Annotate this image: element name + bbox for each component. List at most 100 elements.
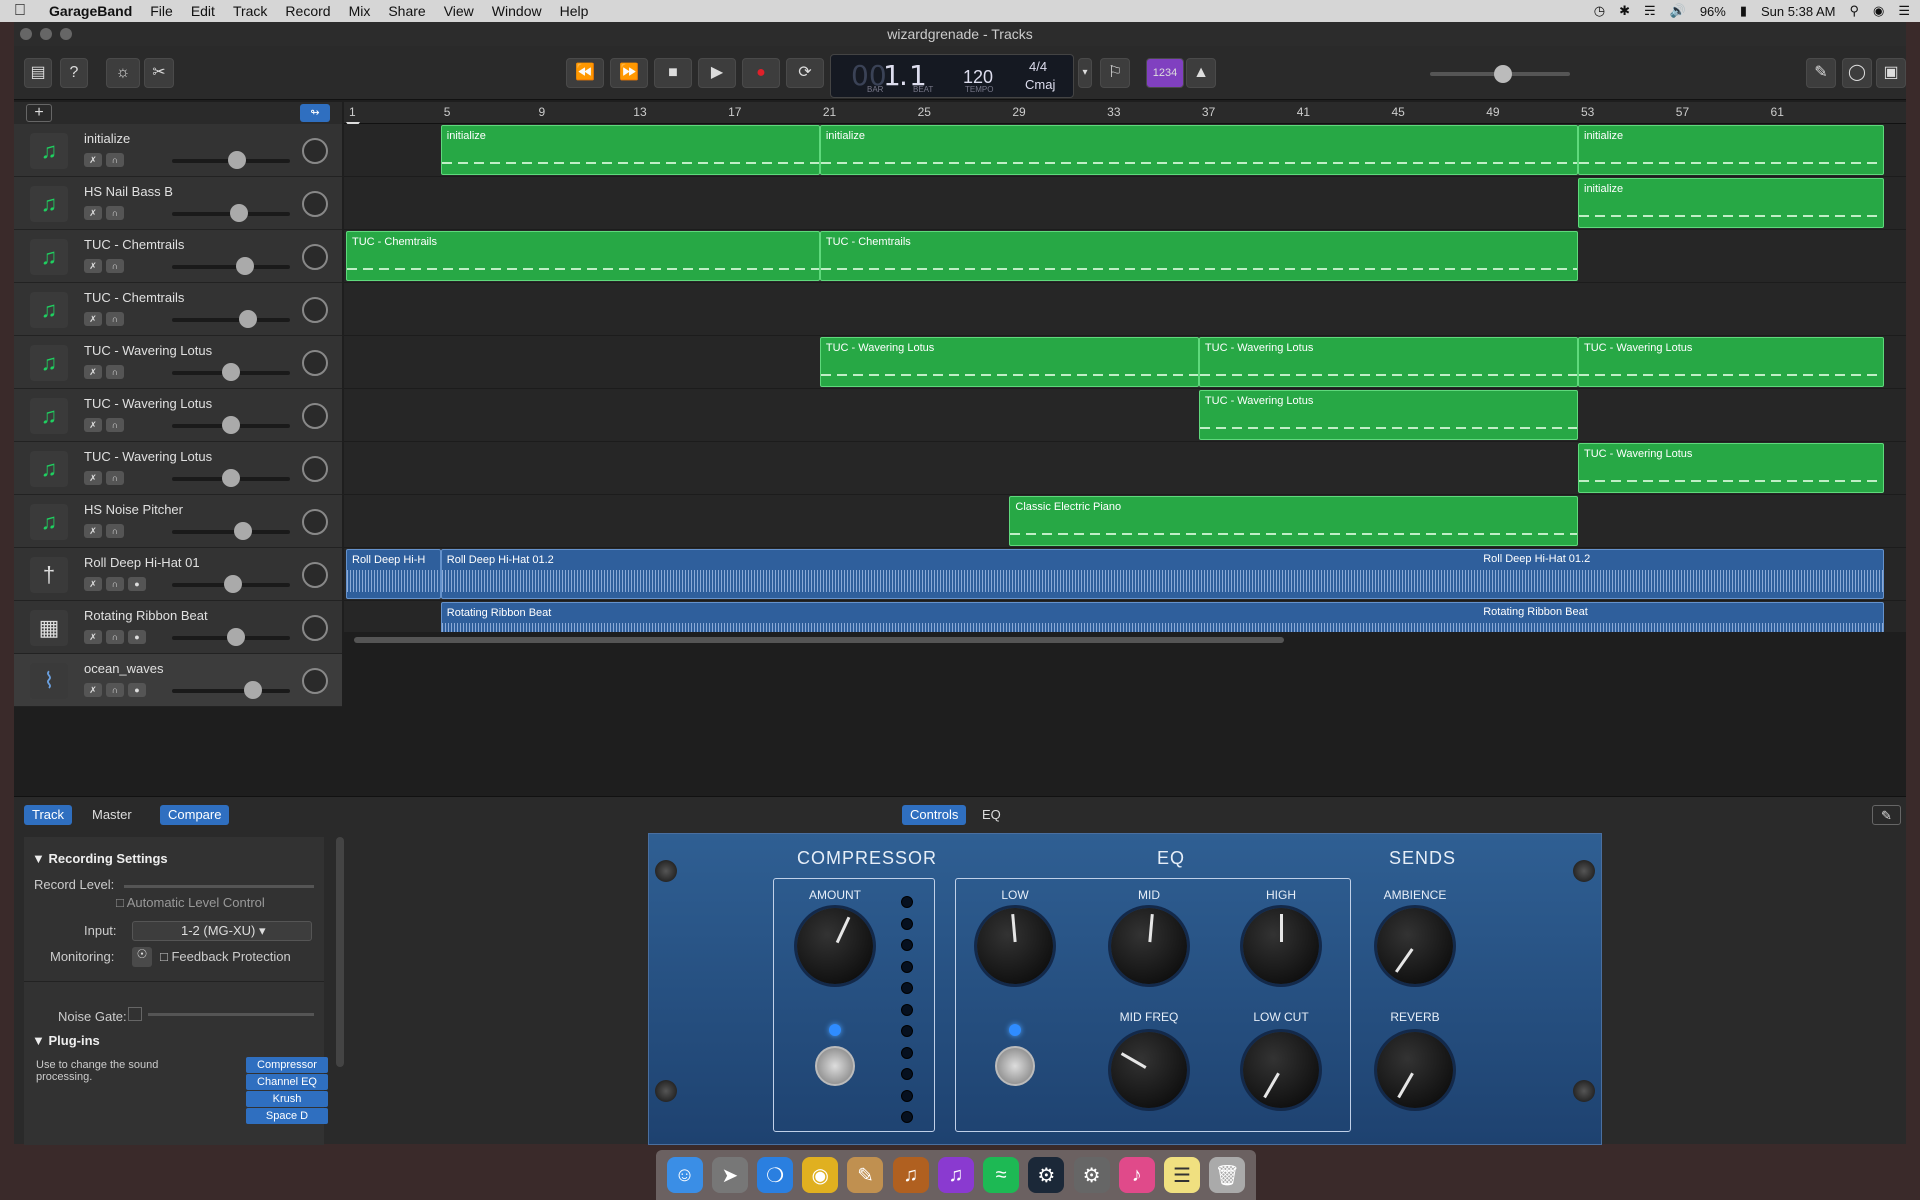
play-button[interactable]: ▶ (698, 58, 736, 88)
midi-region[interactable]: TUC - Chemtrails (346, 231, 820, 281)
monitoring-button[interactable]: ☉ (132, 947, 152, 967)
headphones-solo-button[interactable]: ∩ (106, 365, 124, 379)
lcd-mode-chevron-icon[interactable]: ▾ (1078, 58, 1092, 88)
rewind-button[interactable]: ⏪ (566, 58, 604, 88)
midi-region[interactable]: initialize (1578, 178, 1884, 228)
midi-region[interactable]: TUC - Chemtrails (819, 231, 1578, 281)
eq-mid-freq-knob[interactable] (1111, 1032, 1187, 1108)
eq-low-knob[interactable] (977, 908, 1053, 984)
master-volume-slider[interactable] (1430, 65, 1570, 83)
track-header[interactable]: ⌇ ocean_waves ✗ ∩ ● (14, 654, 342, 707)
track-header[interactable]: ♫ TUC - Chemtrails ✗ ∩ (14, 283, 342, 336)
audio-region[interactable]: Roll Deep Hi-Hat 01.2 (440, 549, 1884, 599)
trash-icon[interactable]: 🗑 (1209, 1157, 1246, 1193)
track-name[interactable]: HS Nail Bass B (84, 184, 173, 199)
record-level-slider[interactable] (124, 885, 314, 888)
mute-button[interactable]: ✗ (84, 683, 102, 697)
master-volume-knob[interactable] (1494, 65, 1512, 83)
system-preferences-icon[interactable]: ⚙ (1073, 1157, 1110, 1193)
track-name[interactable]: Roll Deep Hi-Hat 01 (84, 555, 200, 570)
menu-track[interactable]: Track (224, 3, 276, 19)
add-track-button[interactable]: + (26, 104, 52, 122)
track-volume-knob[interactable] (224, 575, 242, 593)
recording-settings-toggle[interactable]: ▼ Recording Settings (32, 851, 168, 866)
menu-view[interactable]: View (435, 3, 483, 19)
track-header[interactable]: ♫ TUC - Wavering Lotus ✗ ∩ (14, 442, 342, 495)
mute-button[interactable]: ✗ (84, 206, 102, 220)
menu-file[interactable]: File (141, 3, 182, 19)
plugin-compressor[interactable]: Compressor (246, 1057, 328, 1073)
notes-icon[interactable]: ☰ (1164, 1157, 1201, 1193)
plugin-space-d[interactable]: Space D (246, 1108, 328, 1124)
plugin-krush[interactable]: Krush (246, 1091, 328, 1107)
headphones-solo-button[interactable]: ∩ (106, 259, 124, 273)
headphones-solo-button[interactable]: ∩ (106, 683, 124, 697)
track-header[interactable]: ♫ HS Nail Bass B ✗ ∩ (14, 177, 342, 230)
battery-percent[interactable]: 96% (1700, 4, 1726, 19)
feedback-protection-checkbox[interactable]: □ Feedback Protection (160, 949, 291, 964)
track-pan-knob[interactable] (302, 615, 328, 641)
track-volume-knob[interactable] (236, 257, 254, 275)
audio-app-icon[interactable]: ♫ (937, 1157, 974, 1193)
eq-toggle[interactable] (995, 1046, 1035, 1086)
loop-browser-button[interactable]: ◯ (1842, 58, 1872, 88)
track-volume-slider[interactable] (172, 530, 290, 534)
media-browser-button[interactable]: ▣ (1876, 58, 1906, 88)
noise-gate-checkbox[interactable] (128, 1007, 142, 1021)
horizontal-scrollbar[interactable] (344, 634, 1906, 646)
apple-menu-icon[interactable]:  (0, 2, 40, 20)
headphones-solo-button[interactable]: ∩ (106, 312, 124, 326)
midi-region[interactable]: TUC - Wavering Lotus (1198, 390, 1578, 440)
midi-region[interactable]: TUC - Wavering Lotus (819, 337, 1199, 387)
track-pan-knob[interactable] (302, 191, 328, 217)
track-volume-knob[interactable] (228, 151, 246, 169)
track-volume-slider[interactable] (172, 318, 290, 322)
headphones-solo-button[interactable]: ∩ (106, 524, 124, 538)
mute-button[interactable]: ✗ (84, 577, 102, 591)
note-pad-button[interactable]: ✎ (1806, 58, 1836, 88)
tracks-area[interactable]: initialize initialize initialize initialize… (344, 124, 1906, 632)
track-pan-knob[interactable] (302, 403, 328, 429)
siri-icon[interactable]: ◉ (1873, 3, 1884, 19)
plugin-channel-eq[interactable]: Channel EQ (246, 1074, 328, 1090)
track-volume-knob[interactable] (234, 522, 252, 540)
track-pan-knob[interactable] (302, 138, 328, 164)
track-header[interactable]: ▦ Rotating Ribbon Beat ✗ ∩ ● (14, 601, 342, 654)
compressor-toggle[interactable] (815, 1046, 855, 1086)
headphones-solo-button[interactable]: ∩ (106, 418, 124, 432)
record-enable-button[interactable]: ● (128, 683, 146, 697)
launchpad-icon[interactable]: ➤ (711, 1157, 748, 1193)
track-header[interactable]: ♫ TUC - Wavering Lotus ✗ ∩ (14, 336, 342, 389)
catch-playhead-button[interactable]: ↬ (300, 104, 330, 122)
editors-button[interactable]: ✂ (144, 58, 174, 88)
mute-button[interactable]: ✗ (84, 418, 102, 432)
track-header[interactable]: ♫ HS Noise Pitcher ✗ ∩ (14, 495, 342, 548)
headphones-solo-button[interactable]: ∩ (106, 206, 124, 220)
track-header[interactable]: † Roll Deep Hi-Hat 01 ✗ ∩ ● (14, 548, 342, 601)
menu-app[interactable]: GarageBand (40, 3, 141, 19)
finder-icon[interactable]: ☺ (666, 1157, 703, 1193)
track-header[interactable]: ♫ initialize ✗ ∩ (14, 124, 342, 177)
eq-mid-knob[interactable] (1111, 908, 1187, 984)
menu-edit[interactable]: Edit (182, 3, 224, 19)
mute-button[interactable]: ✗ (84, 259, 102, 273)
minimize-window-button[interactable] (40, 28, 52, 40)
track-name[interactable]: TUC - Chemtrails (84, 290, 184, 305)
track-header[interactable]: ♫ TUC - Wavering Lotus ✗ ∩ (14, 389, 342, 442)
fast-forward-button[interactable]: ⏩ (610, 58, 648, 88)
track-name[interactable]: TUC - Wavering Lotus (84, 396, 212, 411)
track-volume-knob[interactable] (227, 628, 245, 646)
script-editor-icon[interactable]: ✎ (847, 1157, 884, 1193)
cycle-button[interactable]: ⟳ (786, 58, 824, 88)
zoom-window-button[interactable] (60, 28, 72, 40)
edit-smart-controls-icon[interactable]: ✎ (1872, 805, 1901, 825)
eq-low-cut-knob[interactable] (1243, 1032, 1319, 1108)
headphones-solo-button[interactable]: ∩ (106, 577, 124, 591)
headphones-solo-button[interactable]: ∩ (106, 471, 124, 485)
menu-record[interactable]: Record (276, 3, 339, 19)
noise-gate-slider[interactable] (148, 1013, 314, 1016)
track-name[interactable]: ocean_waves (84, 661, 164, 676)
midi-region[interactable]: initialize (440, 125, 820, 175)
record-enable-button[interactable]: ● (128, 577, 146, 591)
input-select[interactable]: 1-2 (MG-XU) ▾ (132, 921, 312, 941)
